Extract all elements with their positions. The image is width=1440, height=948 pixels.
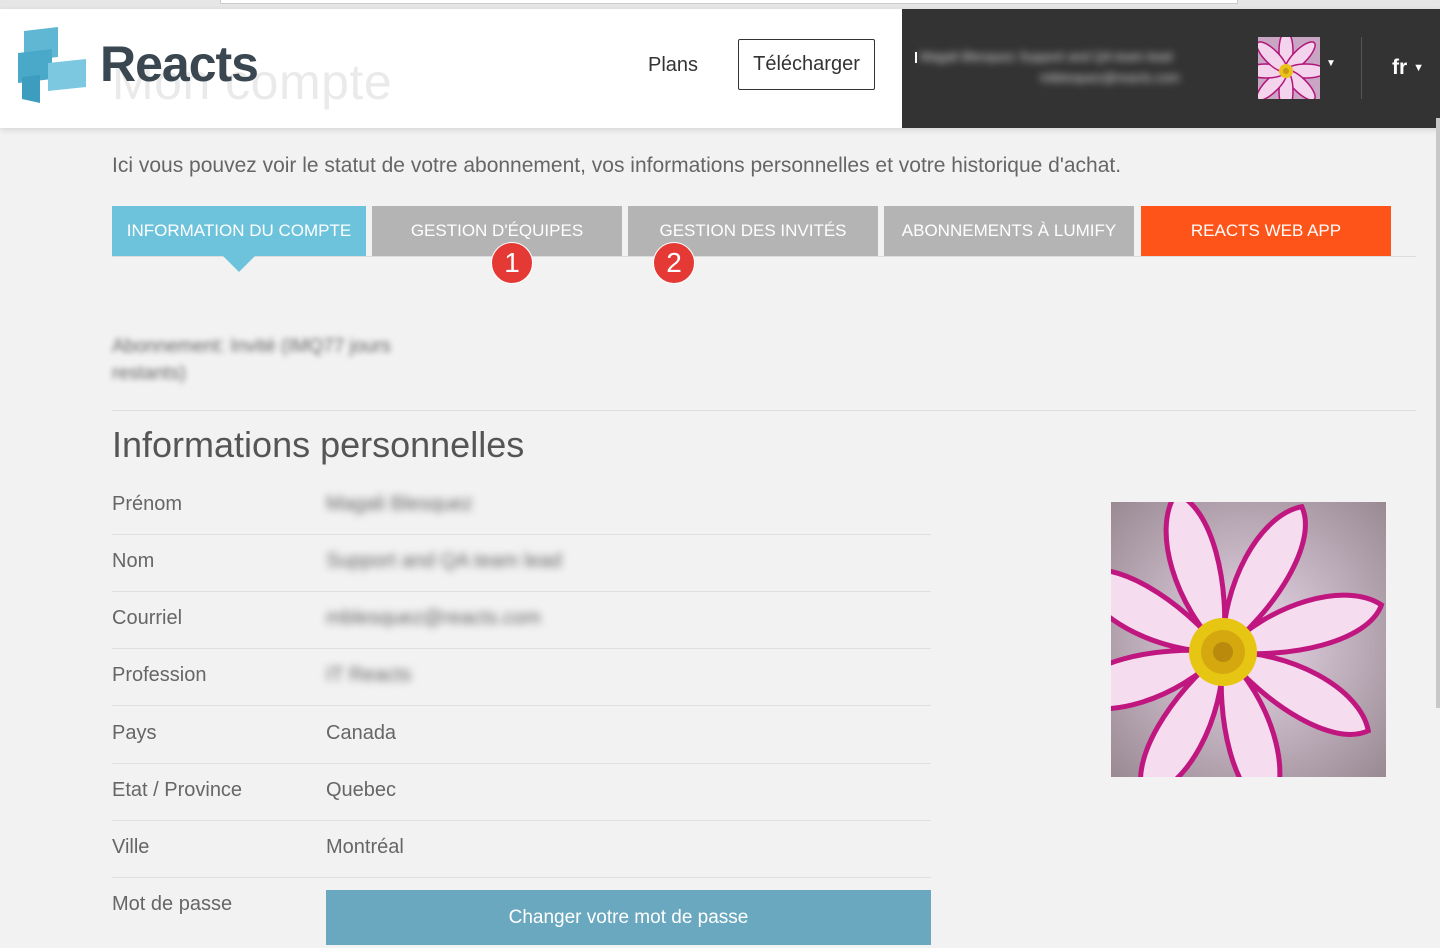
info-row-profession: Profession IT Reacts (112, 648, 931, 706)
row-value: Support and QA team lead (326, 550, 562, 572)
intro-text: Ici vous pouvez voir le statut de votre … (112, 154, 1122, 177)
tab-account-info[interactable]: Information du compte (112, 206, 366, 256)
download-button[interactable]: Télécharger (738, 39, 875, 90)
user-name: Magali Blesquez Support and QA team lead (920, 49, 1173, 64)
nav-plans-link[interactable]: Plans (648, 54, 698, 77)
logo-text[interactable]: Reacts (100, 35, 259, 93)
language-label: fr (1392, 56, 1408, 79)
section-title: Informations personnelles (112, 424, 525, 465)
info-row-province: Etat / Province Quebec (112, 763, 931, 821)
avatar[interactable] (1258, 37, 1320, 99)
row-value: Canada (326, 722, 397, 744)
account-tabs: Information du compte Gestion d'équipes … (112, 206, 1416, 272)
row-value: Quebec (326, 779, 397, 801)
change-password-button[interactable]: Changer votre mot de passe (326, 890, 931, 945)
info-row-lastname: Nom Support and QA team lead (112, 534, 931, 592)
user-panel: Magali Blesquez Support and QA team lead… (902, 9, 1440, 128)
browser-strip (0, 0, 1440, 9)
annotation-badge-2: 2 (653, 242, 695, 284)
row-label: Courriel (112, 607, 183, 629)
info-row-firstname: Prénom Magali Blesquez (112, 477, 931, 535)
page-scrollbar[interactable] (1436, 118, 1440, 708)
tab-lumify-subscriptions[interactable]: Abonnements à Lumify (884, 206, 1134, 256)
row-label: Mot de passe (112, 893, 233, 915)
header-divider (1361, 37, 1362, 99)
active-tab-indicator (223, 256, 255, 272)
row-value: Montréal (326, 836, 404, 858)
row-value: IT Reacts (326, 664, 412, 686)
row-label: Prénom (112, 493, 183, 515)
avatar-dropdown-icon[interactable]: ▼ (1326, 58, 1336, 69)
info-row-country: Pays Canada (112, 706, 931, 764)
text-cursor (915, 52, 917, 63)
divider (112, 410, 1416, 411)
subscription-status: Abonnement: Invité (IMQ77 jours restants… (112, 336, 391, 384)
row-label: Etat / Province (112, 779, 243, 801)
tab-reacts-web-app[interactable]: Reacts Web App (1141, 206, 1391, 256)
row-value: Magali Blesquez (326, 493, 473, 515)
site-header: Mon compte Reacts Plans Télécharger Maga… (0, 9, 1440, 128)
row-value: mblesquez@reacts.com (326, 607, 541, 629)
language-selector[interactable]: fr ▼ (1392, 56, 1424, 80)
info-row-city: Ville Montréal (112, 820, 931, 878)
annotation-badge-1: 1 (491, 242, 533, 284)
chevron-down-icon: ▼ (1413, 62, 1425, 74)
row-label: Ville (112, 836, 150, 858)
reacts-logo-icon[interactable] (18, 27, 88, 103)
profile-picture[interactable] (1111, 502, 1386, 777)
row-label: Profession (112, 664, 207, 686)
row-label: Nom (112, 550, 155, 572)
info-row-email: Courriel mblesquez@reacts.com (112, 591, 931, 649)
row-label: Pays (112, 722, 157, 744)
user-email: mblesquez@reacts.com (1040, 70, 1180, 85)
address-bar[interactable] (220, 0, 1238, 4)
